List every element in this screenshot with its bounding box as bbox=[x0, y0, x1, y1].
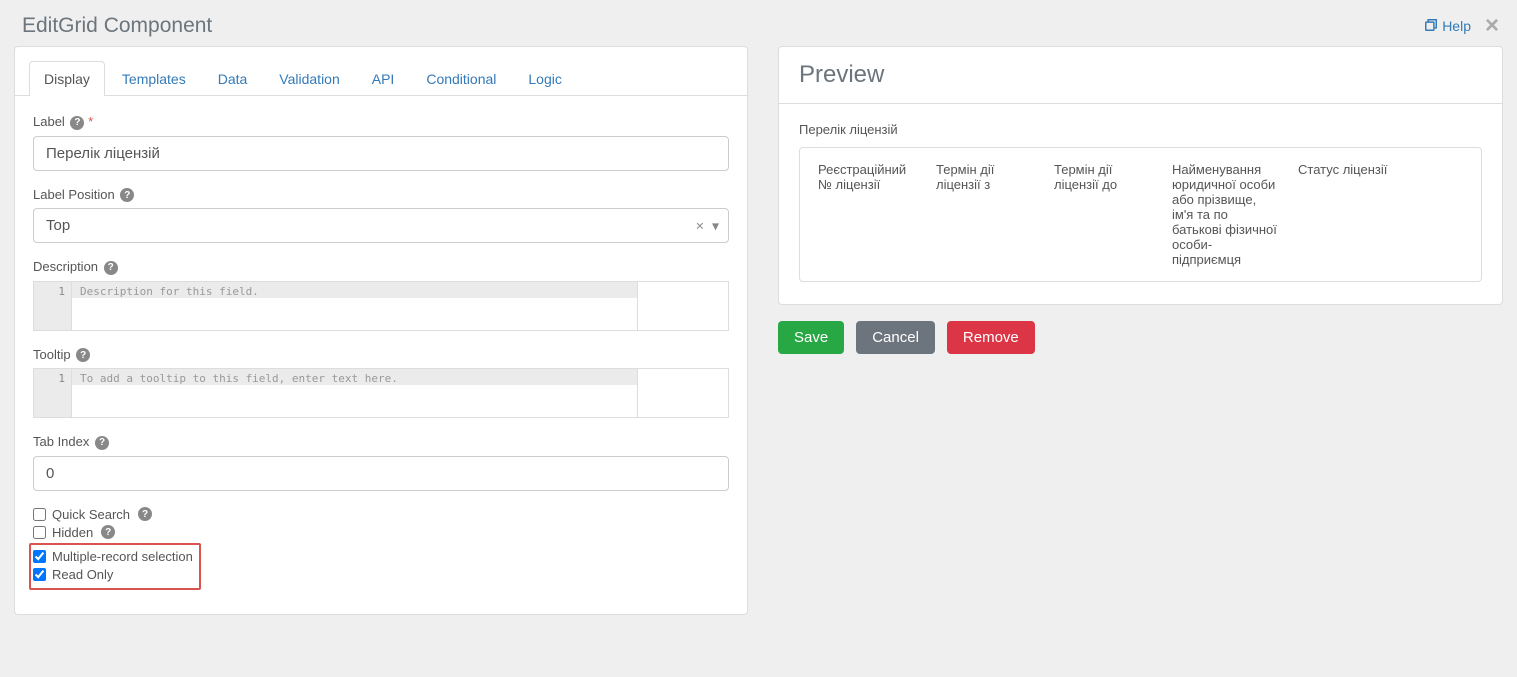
grid-col-header: Термін дії ліцензії з bbox=[936, 162, 1036, 267]
editor-print-margin bbox=[637, 282, 638, 330]
settings-tabs: Display Templates Data Validation API Co… bbox=[15, 47, 747, 96]
settings-panel: Display Templates Data Validation API Co… bbox=[14, 46, 748, 615]
save-button[interactable]: Save bbox=[778, 321, 844, 354]
quick-search-checkbox-row[interactable]: Quick Search ? bbox=[33, 507, 729, 522]
editor-gutter: 1 bbox=[34, 282, 72, 330]
editor-content[interactable]: Description for this field. bbox=[72, 282, 637, 330]
tab-logic[interactable]: Logic bbox=[513, 61, 576, 96]
grid-col-header: Реєстраційний № ліцензії bbox=[818, 162, 918, 267]
help-link[interactable]: Help bbox=[1424, 18, 1471, 35]
help-icon[interactable]: ? bbox=[76, 348, 90, 362]
grid-col-header: Статус ліцензії bbox=[1298, 162, 1463, 267]
multi-select-label: Multiple-record selection bbox=[52, 549, 193, 564]
close-icon[interactable]: × bbox=[1481, 14, 1503, 38]
highlighted-options: Multiple-record selection Read Only bbox=[29, 543, 201, 590]
label-position-select[interactable]: Top bbox=[33, 208, 729, 243]
help-icon[interactable]: ? bbox=[95, 436, 109, 450]
editor-content[interactable]: To add a tooltip to this field, enter te… bbox=[72, 369, 637, 417]
new-window-icon bbox=[1424, 18, 1438, 35]
tab-index-input[interactable] bbox=[33, 456, 729, 491]
multi-select-checkbox-row[interactable]: Multiple-record selection bbox=[33, 549, 193, 564]
preview-panel: Preview Перелік ліцензій Реєстраційний №… bbox=[778, 46, 1503, 615]
grid-header-row: Реєстраційний № ліцензії Термін дії ліце… bbox=[800, 148, 1481, 281]
chevron-down-icon[interactable]: ▾ bbox=[712, 217, 719, 234]
help-icon[interactable]: ? bbox=[70, 116, 84, 130]
help-icon[interactable]: ? bbox=[138, 507, 152, 521]
editor-print-margin bbox=[637, 369, 638, 417]
action-buttons: Save Cancel Remove bbox=[778, 321, 1503, 354]
help-icon[interactable]: ? bbox=[101, 525, 115, 539]
help-icon[interactable]: ? bbox=[104, 261, 118, 275]
preview-card: Preview Перелік ліцензій Реєстраційний №… bbox=[778, 46, 1503, 305]
grid-col-header: Найменування юридичної особи або прізвищ… bbox=[1172, 162, 1280, 267]
tab-templates[interactable]: Templates bbox=[107, 61, 201, 96]
tab-conditional[interactable]: Conditional bbox=[411, 61, 511, 96]
description-label: Description ? bbox=[33, 259, 729, 275]
grid-col-header: Термін дії ліцензії до bbox=[1054, 162, 1154, 267]
preview-grid-label: Перелік ліцензій bbox=[799, 122, 1482, 137]
tab-index-label: Tab Index ? bbox=[33, 434, 729, 450]
read-only-label: Read Only bbox=[52, 567, 113, 582]
preview-grid: Реєстраційний № ліцензії Термін дії ліце… bbox=[799, 147, 1482, 282]
editor-gutter: 1 bbox=[34, 369, 72, 417]
read-only-checkbox-row[interactable]: Read Only bbox=[33, 567, 193, 582]
remove-button[interactable]: Remove bbox=[947, 321, 1035, 354]
label-input[interactable] bbox=[33, 136, 729, 171]
hidden-checkbox[interactable] bbox=[33, 526, 46, 539]
read-only-checkbox[interactable] bbox=[33, 568, 46, 581]
description-editor[interactable]: 1 Description for this field. bbox=[33, 281, 729, 331]
dialog-header-actions: Help × bbox=[1424, 14, 1503, 38]
form-body: Label ? * Label Position ? Top × bbox=[15, 96, 747, 614]
tab-validation[interactable]: Validation bbox=[264, 61, 354, 96]
quick-search-label: Quick Search bbox=[52, 507, 130, 522]
dialog-header: EditGrid Component Help × bbox=[14, 8, 1503, 46]
tab-api[interactable]: API bbox=[357, 61, 410, 96]
dialog-title: EditGrid Component bbox=[22, 14, 212, 38]
label-position-label: Label Position ? bbox=[33, 187, 729, 203]
quick-search-checkbox[interactable] bbox=[33, 508, 46, 521]
tooltip-editor[interactable]: 1 To add a tooltip to this field, enter … bbox=[33, 368, 729, 418]
help-link-label: Help bbox=[1442, 18, 1471, 34]
cancel-button[interactable]: Cancel bbox=[856, 321, 935, 354]
hidden-label: Hidden bbox=[52, 525, 93, 540]
editgrid-component-dialog: EditGrid Component Help × Display Templa… bbox=[0, 0, 1517, 629]
clear-icon[interactable]: × bbox=[696, 217, 704, 234]
help-icon[interactable]: ? bbox=[120, 188, 134, 202]
tab-data[interactable]: Data bbox=[203, 61, 263, 96]
tooltip-label: Tooltip ? bbox=[33, 347, 729, 363]
hidden-checkbox-row[interactable]: Hidden ? bbox=[33, 525, 729, 540]
preview-title: Preview bbox=[779, 47, 1502, 104]
tab-display[interactable]: Display bbox=[29, 61, 105, 96]
label-field-label: Label ? * bbox=[33, 114, 729, 130]
multi-select-checkbox[interactable] bbox=[33, 550, 46, 563]
